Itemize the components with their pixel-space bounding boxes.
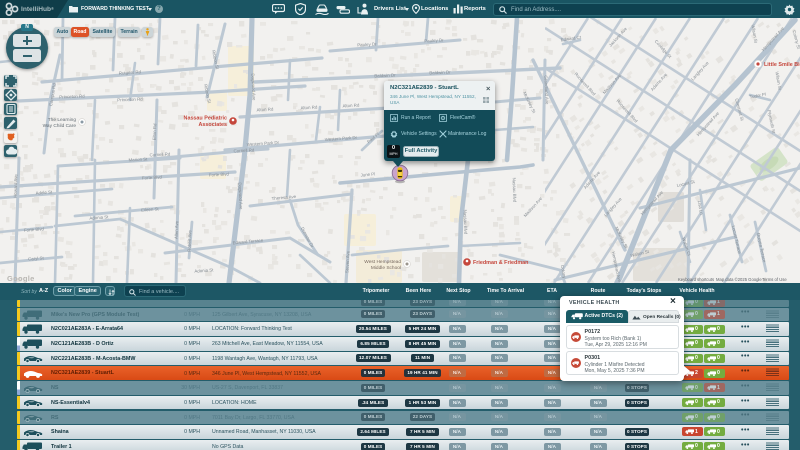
svg-text:Little Smile Big: Little Smile Big bbox=[764, 62, 800, 68]
svg-text:Middle School: Middle School bbox=[371, 265, 401, 271]
svg-text:Nassau Blvd: Nassau Blvd bbox=[463, 210, 469, 235]
svg-text:Princeton Rd: Princeton Rd bbox=[117, 97, 143, 103]
svg-text:Terms of Use: Terms of Use bbox=[762, 277, 787, 282]
svg-text:Associates: Associates bbox=[199, 122, 227, 128]
svg-text:Friedman & Friedman: Friedman & Friedman bbox=[473, 260, 528, 266]
svg-text:Howard Ave: Howard Ave bbox=[13, 174, 19, 198]
svg-text:Baldwin Dr: Baldwin Dr bbox=[374, 73, 396, 79]
svg-text:Robert Ave: Robert Ave bbox=[187, 229, 193, 251]
svg-text:West Hempstead: West Hempstead bbox=[364, 259, 401, 265]
svg-text:Alton Rd: Alton Rd bbox=[342, 103, 360, 109]
svg-text:Map data ©2025 Google: Map data ©2025 Google bbox=[716, 277, 762, 282]
svg-text:Keyboard shortcuts: Keyboard shortcuts bbox=[678, 277, 714, 282]
svg-text:Google: Google bbox=[7, 274, 35, 283]
svg-text:Allen Ave: Allen Ave bbox=[174, 220, 180, 239]
svg-text:Marion St: Marion St bbox=[128, 156, 148, 162]
svg-text:Baldwin Dr: Baldwin Dr bbox=[429, 70, 451, 76]
svg-text:Alton Rd: Alton Rd bbox=[300, 105, 318, 111]
svg-text:Nassau Blvd: Nassau Blvd bbox=[512, 178, 518, 203]
svg-text:Princeton Rd: Princeton Rd bbox=[59, 94, 85, 100]
svg-text:Pauley Dr: Pauley Dr bbox=[357, 41, 377, 47]
svg-text:Nassau Pediatric: Nassau Pediatric bbox=[184, 116, 227, 122]
svg-text:Way Child Care: Way Child Care bbox=[43, 123, 77, 129]
svg-text:Pauley Dr: Pauley Dr bbox=[424, 37, 444, 43]
svg-text:The Learning: The Learning bbox=[48, 117, 77, 123]
svg-text:Alton Rd: Alton Rd bbox=[256, 107, 274, 113]
svg-text:Elton Rd: Elton Rd bbox=[152, 123, 158, 141]
